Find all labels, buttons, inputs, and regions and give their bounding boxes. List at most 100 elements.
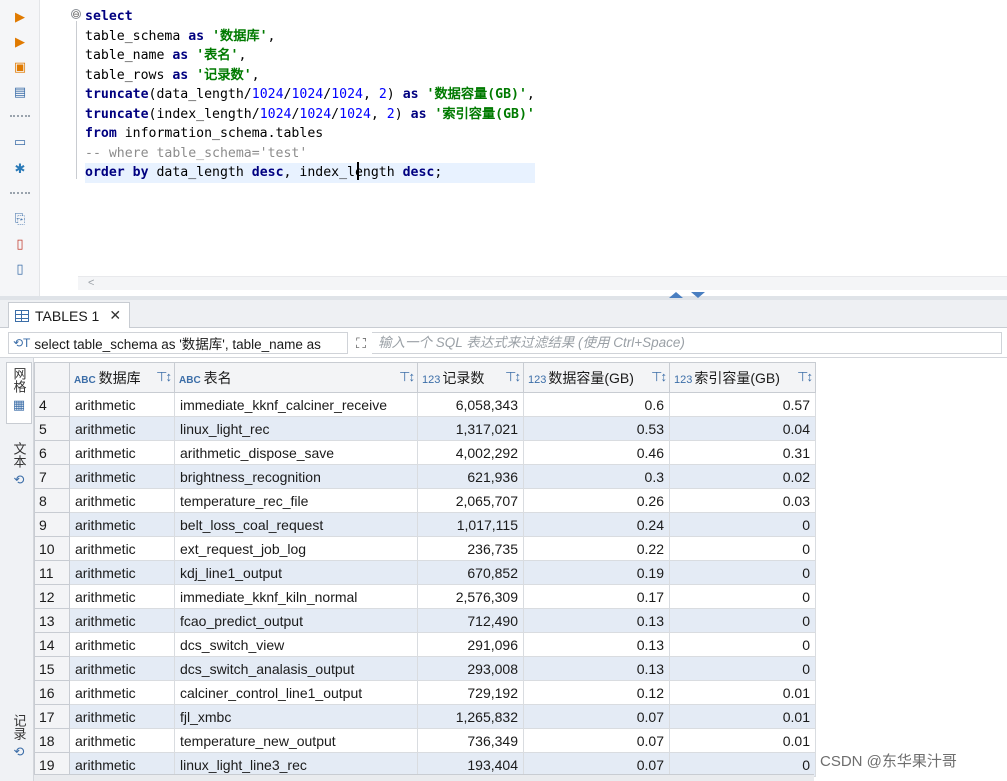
row-number[interactable]: 16: [34, 680, 70, 705]
table-cell[interactable]: 736,349: [417, 728, 524, 753]
execute-new-tab-icon[interactable]: ▶: [11, 33, 29, 51]
table-row[interactable]: 18 arithmetic temperature_new_output 736,34…: [34, 728, 816, 753]
row-number[interactable]: 5: [34, 416, 70, 441]
table-cell[interactable]: linux_light_rec: [174, 416, 418, 441]
table-cell[interactable]: fjl_xmbc: [174, 704, 418, 729]
table-cell[interactable]: arithmetic: [69, 536, 175, 561]
row-number[interactable]: 4: [34, 392, 70, 417]
table-cell[interactable]: immediate_kknf_calciner_receive: [174, 392, 418, 417]
table-row[interactable]: 7 arithmetic brightness_recognition 621,936…: [34, 464, 816, 489]
code-line[interactable]: order by data_length desc, index_length …: [85, 163, 535, 183]
filter-sort-icon[interactable]: ⊤↕: [797, 369, 813, 385]
explain-plan-icon[interactable]: ▤: [11, 83, 29, 101]
table-row[interactable]: 9 arithmetic belt_loss_coal_request 1,017,1…: [34, 512, 816, 537]
code-line[interactable]: table_rows as '记录数',: [85, 66, 535, 86]
sql-editor[interactable]: ▶ ▶ ▣ ▤ ▭ ✱ ⎘ ▯ ▯ ⊖ select table_schema a…: [0, 0, 1007, 296]
table-cell[interactable]: 0.19: [523, 560, 670, 585]
table-cell[interactable]: arithmetic: [69, 680, 175, 705]
table-cell[interactable]: 0.01: [669, 704, 816, 729]
column-header[interactable]: ABC 数据库 ⊤↕: [69, 362, 175, 393]
table-cell[interactable]: 729,192: [417, 680, 524, 705]
table-cell[interactable]: arithmetic: [69, 728, 175, 753]
table-cell[interactable]: 0: [669, 656, 816, 681]
table-cell[interactable]: arithmetic: [69, 392, 175, 417]
table-cell[interactable]: immediate_kknf_kiln_normal: [174, 584, 418, 609]
table-row[interactable]: 13 arithmetic fcao_predict_output 712,490 0.…: [34, 608, 816, 633]
table-cell[interactable]: 0.46: [523, 440, 670, 465]
splitter-toggle[interactable]: [665, 292, 709, 300]
table-cell[interactable]: fcao_predict_output: [174, 608, 418, 633]
column-header[interactable]: 123 记录数 ⊤↕: [417, 362, 524, 393]
table-cell[interactable]: temperature_rec_file: [174, 488, 418, 513]
table-cell[interactable]: 1,317,021: [417, 416, 524, 441]
table-cell[interactable]: 236,735: [417, 536, 524, 561]
expand-filter-icon[interactable]: ⛶: [352, 334, 370, 352]
column-header[interactable]: ABC 表名 ⊤↕: [174, 362, 418, 393]
row-number[interactable]: 18: [34, 728, 70, 753]
maximize-up-icon[interactable]: [669, 292, 683, 298]
table-cell[interactable]: 0: [669, 752, 816, 777]
execute-statement-icon[interactable]: ▶: [11, 8, 29, 26]
load-script-icon[interactable]: ▯: [11, 235, 29, 253]
table-row[interactable]: 14 arithmetic dcs_switch_view 291,096 0.13 0: [34, 632, 816, 657]
save-script-icon[interactable]: ▯: [11, 260, 29, 278]
results-grid[interactable]: ABC 数据库 ⊤↕ ABC 表名 ⊤↕ 123 记录数 ⊤↕ 123 数据容量(GB) ⊤↕ 123 索…: [34, 362, 816, 777]
settings-gear-icon[interactable]: ✱: [11, 160, 29, 178]
horizontal-scrollbar[interactable]: <: [78, 276, 1007, 290]
table-cell[interactable]: arithmetic: [69, 608, 175, 633]
table-row[interactable]: 16 arithmetic calciner_control_line1_outpu…: [34, 680, 816, 705]
code-line[interactable]: from information_schema.tables: [85, 124, 535, 144]
query-text-field[interactable]: ⟲T select table_schema as '数据库', table_n…: [8, 332, 348, 354]
table-cell[interactable]: brightness_recognition: [174, 464, 418, 489]
table-cell[interactable]: calciner_control_line1_output: [174, 680, 418, 705]
table-cell[interactable]: 6,058,343: [417, 392, 524, 417]
table-cell[interactable]: 0.3: [523, 464, 670, 489]
row-number[interactable]: 15: [34, 656, 70, 681]
code-line[interactable]: table_schema as '数据库',: [85, 27, 535, 47]
tab-tables-1[interactable]: TABLES 1 ✕: [8, 302, 131, 328]
filter-sort-icon[interactable]: ⊤↕: [505, 369, 521, 385]
table-cell[interactable]: 0.53: [523, 416, 670, 441]
table-cell[interactable]: 621,936: [417, 464, 524, 489]
table-cell[interactable]: linux_light_line3_rec: [174, 752, 418, 777]
row-number[interactable]: 13: [34, 608, 70, 633]
table-cell[interactable]: 0.17: [523, 584, 670, 609]
table-cell[interactable]: 0.12: [523, 680, 670, 705]
table-row[interactable]: 12 arithmetic immediate_kknf_kiln_normal 2,…: [34, 584, 816, 609]
table-cell[interactable]: arithmetic: [69, 632, 175, 657]
table-cell[interactable]: arithmetic: [69, 416, 175, 441]
table-cell[interactable]: 0.22: [523, 536, 670, 561]
row-number[interactable]: 9: [34, 512, 70, 537]
table-cell[interactable]: 193,404: [417, 752, 524, 777]
table-cell[interactable]: 1,265,832: [417, 704, 524, 729]
table-cell[interactable]: 0: [669, 536, 816, 561]
table-cell[interactable]: 0: [669, 608, 816, 633]
table-row[interactable]: 15 arithmetic dcs_switch_analasis_output 29…: [34, 656, 816, 681]
table-cell[interactable]: arithmetic: [69, 512, 175, 537]
console-icon[interactable]: ▭: [11, 133, 29, 151]
row-number[interactable]: 6: [34, 440, 70, 465]
table-cell[interactable]: 293,008: [417, 656, 524, 681]
table-cell[interactable]: arithmetic: [69, 488, 175, 513]
table-cell[interactable]: 0.04: [669, 416, 816, 441]
table-cell[interactable]: temperature_new_output: [174, 728, 418, 753]
table-cell[interactable]: 0.6: [523, 392, 670, 417]
code-line[interactable]: truncate(index_length/1024/1024/1024, 2)…: [85, 105, 535, 125]
table-cell[interactable]: 0.07: [523, 728, 670, 753]
row-number[interactable]: 19: [34, 752, 70, 777]
filter-input[interactable]: 输入一个 SQL 表达式来过滤结果 (使用 Ctrl+Space): [372, 332, 1002, 354]
table-row[interactable]: 4 arithmetic immediate_kknf_calciner_recei…: [34, 392, 816, 417]
close-icon[interactable]: ✕: [109, 307, 121, 324]
table-cell[interactable]: 712,490: [417, 608, 524, 633]
table-row[interactable]: 11 arithmetic kdj_line1_output 670,852 0.19 0: [34, 560, 816, 585]
table-row[interactable]: 19 arithmetic linux_light_line3_rec 193,404…: [34, 752, 816, 777]
table-cell[interactable]: 0: [669, 560, 816, 585]
tab-text-view[interactable]: 文本 ⟲: [8, 442, 30, 498]
row-number[interactable]: 7: [34, 464, 70, 489]
table-cell[interactable]: dcs_switch_view: [174, 632, 418, 657]
table-cell[interactable]: ext_request_job_log: [174, 536, 418, 561]
filter-sort-icon[interactable]: ⊤↕: [651, 369, 667, 385]
table-cell[interactable]: 0.13: [523, 608, 670, 633]
table-cell[interactable]: 0: [669, 632, 816, 657]
table-cell[interactable]: 0.01: [669, 728, 816, 753]
